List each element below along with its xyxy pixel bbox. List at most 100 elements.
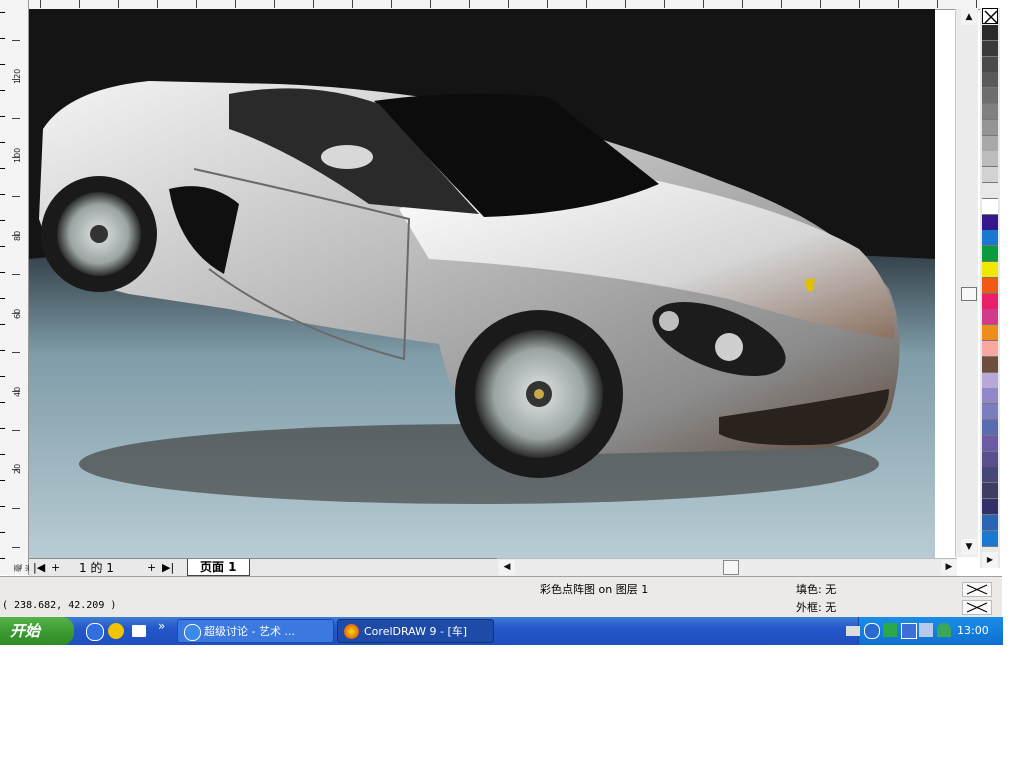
task-label-coreldraw: CorelDRAW 9 - [车] <box>364 625 468 638</box>
ruler-marker <box>0 64 5 65</box>
horizontal-scroll-thumb[interactable] <box>723 560 739 575</box>
ruler-tick <box>12 430 20 431</box>
no-color-swatch[interactable] <box>982 8 998 24</box>
coreldraw-icon <box>344 624 359 639</box>
ruler-marker <box>0 454 5 455</box>
ruler-tick <box>12 547 20 548</box>
vertical-scroll-thumb[interactable] <box>961 287 977 301</box>
color-swatch[interactable] <box>982 483 998 500</box>
add-page-after-icon[interactable]: + <box>147 559 156 576</box>
color-swatch[interactable] <box>982 56 998 73</box>
no-outline-icon <box>966 602 988 613</box>
color-swatch[interactable] <box>982 420 998 436</box>
color-swatch[interactable] <box>982 183 998 199</box>
quicklaunch-chevron-icon[interactable]: » <box>158 619 165 633</box>
ruler-tick <box>391 0 392 8</box>
color-swatch[interactable] <box>982 151 998 168</box>
page-count: 1 的 1 <box>79 561 114 575</box>
monitor-icon[interactable] <box>901 623 917 639</box>
ruler-tick <box>118 0 119 8</box>
color-swatch[interactable] <box>982 499 998 515</box>
color-swatch[interactable] <box>982 25 998 41</box>
task-button-coreldraw[interactable]: CorelDRAW 9 - [车] <box>337 619 494 643</box>
color-swatch[interactable] <box>982 341 998 357</box>
tray-expand-icon[interactable] <box>864 623 880 639</box>
ruler-tick <box>12 235 20 236</box>
show-desktop-icon[interactable] <box>132 625 146 637</box>
color-swatch[interactable] <box>982 435 998 452</box>
color-swatch[interactable] <box>982 372 998 389</box>
ruler-tick <box>625 0 626 8</box>
ruler-tick <box>12 40 20 41</box>
task-label-browser: 超级讨论 - 艺术 ... <box>204 625 295 638</box>
color-swatch[interactable] <box>982 135 998 152</box>
color-swatch[interactable] <box>982 246 998 263</box>
outline-swatch[interactable] <box>962 600 992 615</box>
color-swatch[interactable] <box>982 325 998 342</box>
last-page-icon[interactable]: ▶| <box>162 559 174 576</box>
scroll-right-button[interactable]: ▶ <box>941 560 957 575</box>
color-swatch[interactable] <box>982 404 998 421</box>
color-swatch[interactable] <box>982 230 998 247</box>
color-swatch[interactable] <box>982 40 998 57</box>
scroll-up-button[interactable]: ▲ <box>961 9 977 25</box>
computer-icon[interactable] <box>919 623 933 637</box>
add-page-before-icon[interactable]: + <box>51 559 60 576</box>
fill-swatch[interactable] <box>962 582 992 597</box>
color-swatch[interactable] <box>982 530 998 547</box>
ie-icon <box>184 624 201 641</box>
color-swatch[interactable] <box>982 88 998 105</box>
umbrella-icon[interactable] <box>937 623 951 637</box>
start-button[interactable]: 开始 <box>0 617 74 645</box>
network-icon[interactable] <box>883 623 897 637</box>
color-swatch[interactable] <box>982 293 998 310</box>
ruler-marker <box>0 506 5 507</box>
color-palette[interactable]: ▶ <box>980 8 1000 568</box>
color-swatch[interactable] <box>982 277 998 294</box>
ruler-tick <box>664 0 665 8</box>
palette-scroll-button[interactable]: ▶ <box>982 552 998 568</box>
keyboard-icon[interactable] <box>846 626 860 636</box>
ruler-marker <box>0 402 5 403</box>
fill-status: 填色: 无 <box>796 583 837 596</box>
color-swatch[interactable] <box>982 356 998 373</box>
ruler-tick <box>781 0 782 8</box>
scroll-left-button[interactable]: ◀ <box>499 560 515 575</box>
first-page-icon[interactable]: |◀ <box>33 559 45 576</box>
vertical-scrollbar[interactable]: ▲ ▼ <box>955 9 978 557</box>
ruler-tick <box>157 0 158 8</box>
color-swatch[interactable] <box>982 198 998 215</box>
task-button-browser[interactable]: 超级讨论 - 艺术 ... <box>177 619 334 643</box>
ruler-tick <box>859 0 860 8</box>
ruler-tick <box>196 0 197 8</box>
taskbar: 开始 » 超级讨论 - 艺术 ... CorelDRAW 9 - [车] 13:… <box>0 617 1003 645</box>
color-swatch[interactable] <box>982 514 998 531</box>
vertical-ruler[interactable]: 120 100 80 60 40 20 毫米 <box>0 0 34 575</box>
color-swatch[interactable] <box>982 388 998 405</box>
ruler-marker <box>0 194 5 195</box>
ruler-marker <box>0 298 5 299</box>
ruler-marker <box>0 532 5 533</box>
color-swatch[interactable] <box>982 451 998 468</box>
color-swatch[interactable] <box>982 119 998 136</box>
quicklaunch-media-icon[interactable] <box>108 623 124 639</box>
color-swatch[interactable] <box>982 104 998 120</box>
color-swatch[interactable] <box>982 72 998 89</box>
ruler-tick <box>12 157 20 158</box>
outline-status: 外框: 无 <box>796 601 837 614</box>
ruler-marker <box>0 428 5 429</box>
drawing-canvas[interactable] <box>29 9 935 558</box>
color-swatch[interactable] <box>982 167 998 184</box>
ruler-marker <box>0 142 5 143</box>
color-swatch[interactable] <box>982 467 998 484</box>
scroll-down-button[interactable]: ▼ <box>961 539 977 555</box>
horizontal-scrollbar[interactable]: ◀ ▶ <box>497 558 957 576</box>
page-tab[interactable]: 页面 1 <box>187 559 250 576</box>
quicklaunch-ie-icon[interactable] <box>86 623 104 641</box>
color-swatch[interactable] <box>982 309 998 326</box>
color-swatch[interactable] <box>982 262 998 278</box>
ruler-tick <box>12 508 20 509</box>
color-swatch[interactable] <box>982 214 998 231</box>
ruler-marker <box>0 558 5 559</box>
status-bar: 彩色点阵图 on 图层 1 填色: 无 外框: 无 ( 238.682, 42.… <box>0 576 1002 618</box>
